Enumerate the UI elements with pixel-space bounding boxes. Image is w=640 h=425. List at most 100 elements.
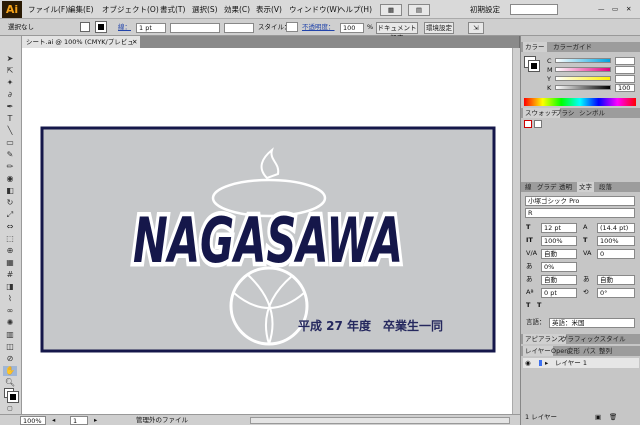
document-tab[interactable]: シート.ai @ 100% (CMYK/プレビュー): [22, 36, 140, 58]
type-tool-icon[interactable]: T: [3, 114, 17, 124]
mesh-tool-icon[interactable]: #: [3, 270, 17, 280]
menu-window[interactable]: ウィンドウ(W): [289, 3, 340, 16]
opacity-field[interactable]: 100: [340, 23, 364, 33]
channel-slider-y[interactable]: [555, 76, 611, 81]
menu-file[interactable]: ファイル(F): [28, 3, 68, 16]
horizontal-scrollbar[interactable]: [250, 417, 510, 424]
leading-field[interactable]: (14.4 pt): [597, 223, 635, 233]
lasso-tool-icon[interactable]: ∂: [3, 90, 17, 100]
baseline-shift-field[interactable]: 0 pt: [541, 288, 577, 298]
channel-slider-k[interactable]: [555, 85, 611, 90]
artboard-tool-icon[interactable]: ◫: [3, 342, 17, 352]
perspective-grid-tool-icon[interactable]: ▦: [3, 258, 17, 268]
stroke-label[interactable]: 線：: [118, 22, 131, 32]
menu-type[interactable]: 書式(T): [160, 3, 185, 16]
swatch-none[interactable]: [524, 120, 532, 128]
preferences-button[interactable]: 環境設定: [424, 22, 454, 34]
slice-tool-icon[interactable]: ⊘: [3, 354, 17, 364]
layer-visibility-icon[interactable]: ◉: [525, 358, 531, 368]
tab-paragraph[interactable]: 段落: [597, 182, 614, 192]
layer-row[interactable]: ◉ ▸ レイヤー 1: [523, 358, 639, 368]
aki-right-field[interactable]: 自動: [597, 275, 635, 285]
vertical-scrollbar[interactable]: [512, 48, 520, 414]
aki-left-field[interactable]: 自動: [541, 275, 577, 285]
font-family-select[interactable]: 小塚ゴシック Pro: [525, 196, 635, 206]
workspace-switcher[interactable]: 初期設定: [470, 3, 500, 16]
tab-character[interactable]: 文字: [577, 182, 594, 192]
channel-value-y[interactable]: [615, 75, 635, 83]
channel-value-k[interactable]: 100: [615, 84, 635, 92]
font-size-field[interactable]: 12 pt: [541, 223, 577, 233]
fill-swatch[interactable]: [80, 22, 90, 32]
color-spectrum[interactable]: [524, 98, 636, 106]
channel-value-m[interactable]: [615, 66, 635, 74]
kerning-field[interactable]: 自動: [541, 249, 577, 259]
tab-transparency[interactable]: 透明: [557, 182, 574, 192]
delete-layer-icon[interactable]: 🗑︎: [609, 412, 617, 422]
hand-tool-icon[interactable]: ✋: [3, 366, 17, 376]
tab-transform[interactable]: 変形: [565, 346, 582, 356]
language-select[interactable]: 英語：米国: [549, 318, 635, 328]
tab-pathfinder[interactable]: パス: [581, 346, 598, 356]
tab-symbols[interactable]: シンボル: [577, 108, 607, 118]
artboard-next-icon[interactable]: ▸: [94, 415, 97, 425]
free-transform-tool-icon[interactable]: ⬚: [3, 234, 17, 244]
tsume-field[interactable]: 0%: [541, 262, 577, 272]
variable-width-select[interactable]: [170, 23, 220, 33]
zoom-field[interactable]: 100%: [20, 416, 46, 425]
swatch-registration[interactable]: [534, 120, 542, 128]
menu-effect[interactable]: 効果(C): [224, 3, 250, 16]
tab-color[interactable]: カラー: [523, 42, 547, 52]
menu-object[interactable]: オブジェクト(O): [102, 3, 159, 16]
arrange-documents-button[interactable]: ▤: [408, 4, 430, 16]
small-caps-button[interactable]: T: [537, 300, 541, 310]
menu-view[interactable]: 表示(V): [256, 3, 282, 16]
color-stroke-icon[interactable]: [528, 60, 540, 72]
restore-button[interactable]: ▭: [612, 4, 618, 14]
channel-value-c[interactable]: [615, 57, 635, 65]
search-input[interactable]: [510, 4, 558, 15]
align-options-icon[interactable]: ⇲: [468, 22, 484, 34]
rectangle-tool-icon[interactable]: ▭: [3, 138, 17, 148]
zoom-tool-icon[interactable]: 🔍︎: [3, 378, 17, 388]
horizontal-scale-field[interactable]: 100%: [597, 236, 635, 246]
eraser-tool-icon[interactable]: ◧: [3, 186, 17, 196]
brush-select[interactable]: [224, 23, 254, 33]
pencil-tool-icon[interactable]: ✏: [3, 162, 17, 172]
font-style-select[interactable]: R: [525, 208, 635, 218]
width-tool-icon[interactable]: ⇔: [3, 222, 17, 232]
blob-brush-tool-icon[interactable]: ◉: [3, 174, 17, 184]
tab-brushes[interactable]: ブラシ: [553, 108, 576, 118]
artboard-prev-icon[interactable]: ◂: [52, 415, 55, 425]
tab-color-guide[interactable]: カラーガイド: [551, 42, 594, 52]
style-swatch[interactable]: [286, 22, 298, 32]
line-tool-icon[interactable]: ╲: [3, 126, 17, 136]
shape-builder-tool-icon[interactable]: ⊕: [3, 246, 17, 256]
opacity-label[interactable]: 不透明度：: [302, 22, 335, 32]
close-tab-icon[interactable]: ✕: [132, 37, 137, 47]
screen-mode-icon[interactable]: ▢: [3, 404, 17, 414]
rotate-tool-icon[interactable]: ↻: [3, 198, 17, 208]
channel-slider-c[interactable]: [555, 58, 611, 63]
direct-selection-tool-icon[interactable]: ⇱: [3, 66, 17, 76]
all-caps-button[interactable]: T: [526, 300, 530, 310]
menu-help[interactable]: ヘルプ(H): [338, 3, 372, 16]
layer-name[interactable]: レイヤー 1: [555, 358, 587, 368]
tab-graphic-styles[interactable]: グラフィックスタイル: [559, 334, 628, 344]
tab-align[interactable]: 整列: [597, 346, 614, 356]
minimize-button[interactable]: —: [598, 4, 605, 14]
artboard-number-field[interactable]: 1: [70, 416, 88, 425]
stroke-weight-field[interactable]: 1 pt: [136, 23, 166, 33]
tracking-field[interactable]: 0: [597, 249, 635, 259]
status-info[interactable]: 管理外のファイル: [136, 415, 188, 425]
gradient-tool-icon[interactable]: ◨: [3, 282, 17, 292]
eyedropper-tool-icon[interactable]: ⌇: [3, 294, 17, 304]
close-button[interactable]: ✕: [626, 4, 631, 14]
tab-gradient[interactable]: グラデ: [535, 182, 559, 192]
tab-stroke[interactable]: 線: [523, 182, 534, 192]
symbol-sprayer-tool-icon[interactable]: ✺: [3, 318, 17, 328]
character-rotation-field[interactable]: 0°: [597, 288, 635, 298]
document-setup-button[interactable]: ドキュメント設定: [376, 22, 418, 42]
pen-tool-icon[interactable]: ✒: [3, 102, 17, 112]
blend-tool-icon[interactable]: ∞: [3, 306, 17, 316]
